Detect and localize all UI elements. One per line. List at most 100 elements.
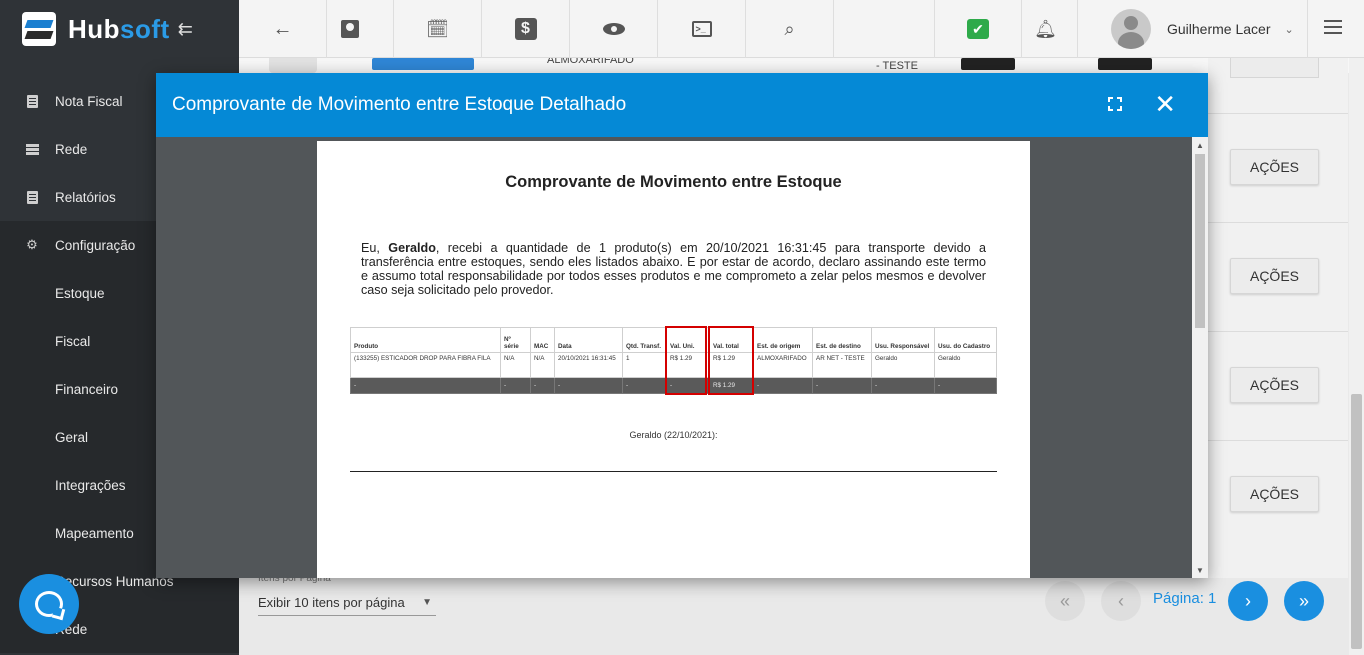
acoes-button[interactable] bbox=[1230, 58, 1319, 78]
finance-button[interactable]: $ bbox=[482, 0, 570, 58]
cell-product: (133255) ESTICADOR DROP PARA FIBRA FILA bbox=[350, 352, 501, 378]
first-page-button[interactable]: « bbox=[1045, 581, 1085, 621]
signature-line bbox=[350, 471, 997, 472]
sidebar-item-label: Configuração bbox=[55, 237, 136, 253]
document-paragraph: Eu, Geraldo, recebi a quantidade de 1 pr… bbox=[361, 241, 986, 297]
column-header: Data bbox=[554, 327, 623, 353]
page-indicator: Página: 1 bbox=[1153, 590, 1217, 607]
sidebar-item-label: Rede bbox=[55, 141, 88, 157]
background-list-row: ALMOXARIFADO - TESTE bbox=[239, 58, 1349, 73]
customers-button[interactable] bbox=[306, 0, 394, 58]
cell-serial: N/A bbox=[500, 352, 531, 378]
items-per-page-select[interactable]: Exibir 10 itens por página ▼ bbox=[258, 590, 436, 616]
cell-date: 20/10/2021 16:31:45 bbox=[554, 352, 623, 378]
cell-responsible-user: Geraldo bbox=[871, 352, 935, 378]
total-cell: - bbox=[934, 377, 997, 394]
avatar bbox=[1111, 9, 1151, 49]
user-badge bbox=[961, 58, 1015, 70]
fullscreen-icon[interactable] bbox=[1108, 97, 1122, 111]
list-menu-icon[interactable] bbox=[1324, 20, 1342, 36]
sidebar-item-label: Mapeamento bbox=[55, 525, 134, 541]
acoes-button[interactable]: AÇÕES bbox=[1230, 149, 1319, 185]
search-button[interactable]: ⌕ bbox=[746, 0, 834, 58]
view-button[interactable] bbox=[570, 0, 658, 58]
caret-down-icon: ▼ bbox=[422, 597, 432, 608]
logo-text-soft: soft bbox=[120, 13, 170, 44]
user-menu[interactable]: Guilherme Lacer ⌄ bbox=[1095, 0, 1308, 58]
network-icon bbox=[25, 142, 39, 156]
column-header: Usu. Responsável bbox=[871, 327, 935, 353]
user-badge bbox=[1098, 58, 1152, 70]
total-cell: - bbox=[554, 377, 623, 394]
cell-quantity: 1 bbox=[622, 352, 667, 378]
divider bbox=[1208, 222, 1348, 223]
total-cell: - bbox=[530, 377, 555, 394]
scroll-up-icon[interactable]: ▲ bbox=[1196, 141, 1204, 150]
eye-icon bbox=[602, 23, 625, 35]
dollar-icon: $ bbox=[514, 18, 537, 40]
destination-text: - TESTE bbox=[876, 60, 918, 72]
row-avatar bbox=[269, 58, 317, 73]
pdf-viewer[interactable]: Comprovante de Movimento entre Estoque E… bbox=[156, 137, 1192, 578]
calendar-clock-icon: 🗓 bbox=[426, 18, 449, 39]
pdf-page: Comprovante de Movimento entre Estoque E… bbox=[317, 141, 1030, 578]
sidebar-item-label: Financeiro bbox=[55, 381, 119, 397]
divider bbox=[1208, 113, 1348, 114]
chevron-right-icon: › bbox=[1245, 590, 1251, 611]
top-bar: ← 🗓 $ >_ ⌕ ✔ 🔔︎ Guilherme Lacer ⌄ bbox=[239, 0, 1364, 58]
scroll-down-icon[interactable]: ▼ bbox=[1196, 566, 1204, 575]
signature-label: Geraldo (22/10/2021): bbox=[629, 430, 718, 440]
bell-icon: 🔔︎ bbox=[1034, 18, 1057, 39]
modal-title: Comprovante de Movimento entre Estoque D… bbox=[172, 94, 627, 115]
scrollbar-thumb[interactable] bbox=[1195, 154, 1205, 328]
acoes-button[interactable]: AÇÕES bbox=[1230, 476, 1319, 512]
terminal-icon: >_ bbox=[691, 21, 712, 37]
highlight-unit-value bbox=[665, 326, 707, 395]
origin-text: ALMOXARIFADO bbox=[547, 58, 634, 66]
gear-icon: ⚙ bbox=[26, 237, 38, 252]
contact-card-icon bbox=[340, 20, 359, 38]
next-page-button[interactable]: › bbox=[1228, 581, 1268, 621]
total-cell: - bbox=[622, 377, 667, 394]
chevron-left-icon: ‹ bbox=[1118, 590, 1124, 611]
cell-destination: AR NET - TESTE bbox=[812, 352, 872, 378]
sidebar-item-label: Nota Fiscal bbox=[55, 93, 123, 109]
column-header: Nº série bbox=[500, 327, 531, 353]
last-page-button[interactable]: » bbox=[1284, 581, 1324, 621]
total-cell: - bbox=[812, 377, 872, 394]
previous-page-button[interactable]: ‹ bbox=[1101, 581, 1141, 621]
scrollbar-thumb[interactable] bbox=[1351, 394, 1362, 649]
hubsoft-logo[interactable]: Hubsoft ⇇ bbox=[0, 0, 239, 58]
column-header: Est. de origem bbox=[753, 327, 813, 353]
column-header: Usu. do Cadastro bbox=[934, 327, 997, 353]
check-message-icon: ✔ bbox=[967, 19, 989, 39]
pdf-scrollbar[interactable]: ▲ ▼ bbox=[1192, 137, 1208, 578]
user-name: Guilherme Lacer bbox=[1167, 21, 1271, 37]
column-header: Est. de destino bbox=[812, 327, 872, 353]
chevron-down-icon: ⌄ bbox=[1284, 23, 1294, 36]
collapse-sidebar-icon[interactable]: ⇇ bbox=[178, 19, 193, 40]
sidebar-item-label: Geral bbox=[55, 429, 89, 445]
schedule-button[interactable]: 🗓 bbox=[394, 0, 482, 58]
tasks-button[interactable]: ✔ bbox=[934, 0, 1022, 58]
column-header: Produto bbox=[350, 327, 501, 353]
chat-icon bbox=[35, 591, 63, 617]
receiver-name: Geraldo bbox=[388, 241, 436, 255]
divider bbox=[1208, 440, 1348, 441]
divider bbox=[1208, 331, 1348, 332]
chat-button[interactable] bbox=[19, 574, 79, 634]
hubsoft-logo-icon bbox=[22, 12, 56, 46]
arrow-left-icon: ← bbox=[272, 17, 293, 40]
page-scrollbar[interactable] bbox=[1349, 58, 1364, 655]
notifications-button[interactable]: 🔔︎ bbox=[1014, 0, 1078, 58]
sidebar-item-label: Integrações bbox=[55, 477, 126, 493]
total-cell: - bbox=[350, 377, 501, 394]
terminal-button[interactable]: >_ bbox=[658, 0, 746, 58]
cell-registration-user: Geraldo bbox=[934, 352, 997, 378]
cell-origin: ALMOXARIFADO bbox=[753, 352, 813, 378]
acoes-button[interactable]: AÇÕES bbox=[1230, 367, 1319, 403]
acoes-button[interactable]: AÇÕES bbox=[1230, 258, 1319, 294]
close-icon[interactable]: ✕ bbox=[1154, 89, 1176, 119]
total-cell: - bbox=[871, 377, 935, 394]
